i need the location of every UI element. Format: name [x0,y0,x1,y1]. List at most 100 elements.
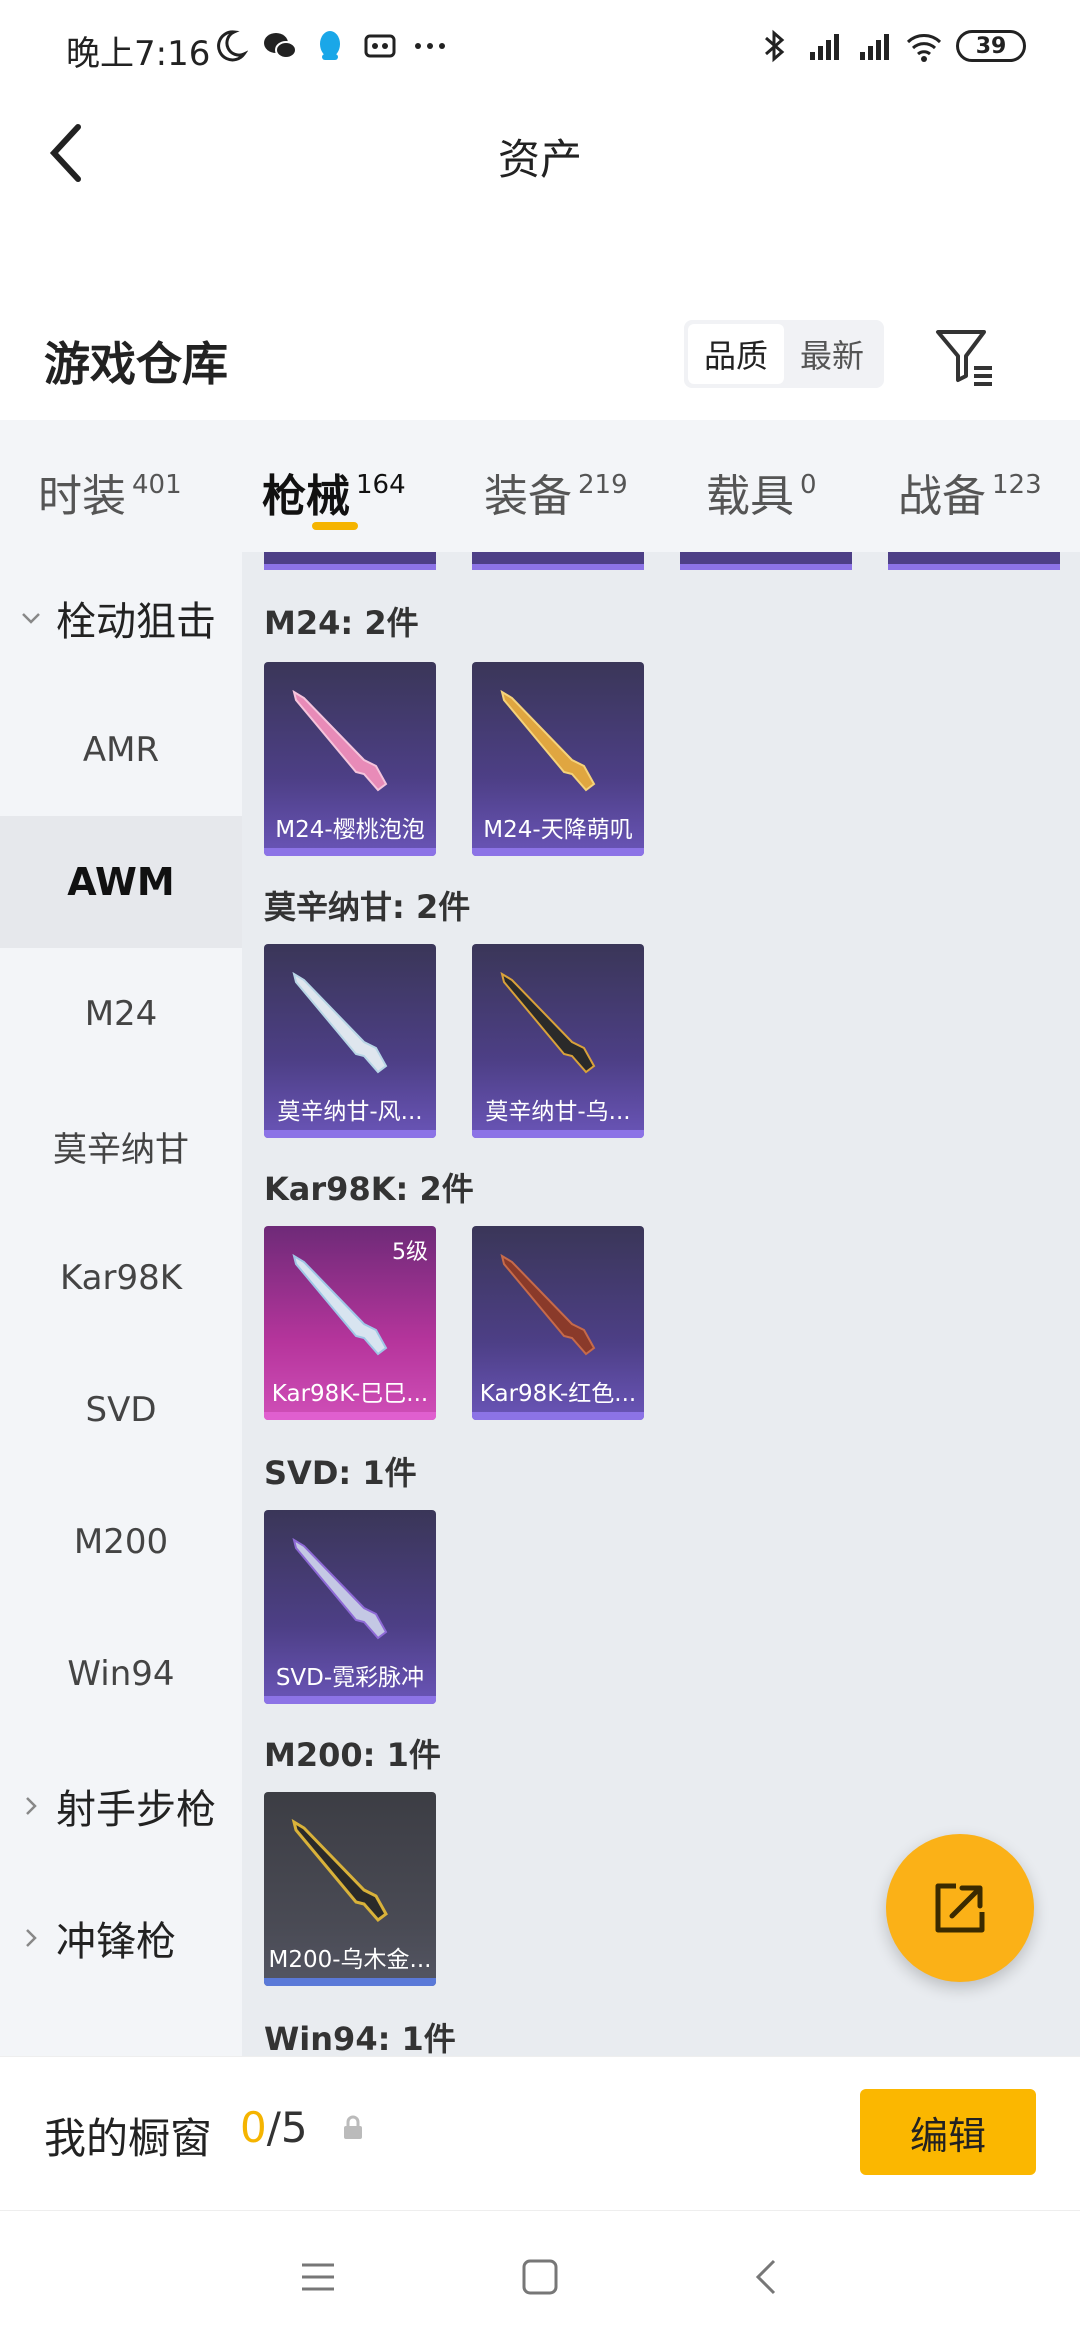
item-card[interactable]: 莫辛纳甘-乌... [472,944,644,1138]
status-time: 晚上7:16 [66,34,211,74]
sidebar-group-marksman[interactable]: 射手步枪 [0,1740,242,1872]
sort-option-quality[interactable]: 品质 [688,324,784,384]
category-tabs: 时装 401 枪械 164 装备 219 载具 0 战备 123 [0,420,1080,552]
sort-toggle: 品质 最新 [684,320,884,388]
sidebar-item-kar98k[interactable]: Kar98K [0,1212,242,1344]
sidebar-item-m24[interactable]: M24 [0,948,242,1080]
rifle-icon [500,971,596,1074]
showcase-current: 0 [240,2103,267,2152]
tab-firearms[interactable]: 枪械 164 [262,420,406,552]
item-name: M24-天降萌叽 [483,817,633,843]
rifle-icon [500,1253,596,1356]
share-external-icon [935,1883,985,1933]
item-card[interactable]: SVD-霓彩脉冲 [264,1510,436,1704]
group-title-mosin: 莫辛纳甘: 2件 [264,888,471,926]
rarity-bar [472,848,644,856]
more-icon [415,43,445,49]
chevron-right-icon [26,1797,37,1815]
sidebar-group-label: 冲锋枪 [56,1919,176,1965]
filter-button[interactable] [930,320,1000,390]
item-card[interactable]: Kar98K-红色... [472,1226,644,1420]
tab-label: 装备 [484,471,572,522]
edit-button[interactable]: 编辑 [860,2089,1036,2175]
group-title-svd: SVD: 1件 [264,1454,417,1492]
item-card[interactable]: M24-樱桃泡泡 [264,662,436,856]
status-notification-icons [212,28,448,64]
item-card[interactable]: 莫辛纳甘-风... [264,944,436,1138]
rarity-bar [472,1130,644,1138]
home-icon[interactable] [518,2255,562,2299]
wechat-icon [264,33,297,59]
tab-supplies[interactable]: 战备 123 [898,420,1042,552]
item-card[interactable]: M24-天降萌叽 [472,662,644,856]
item-card[interactable]: M200-乌木金... [264,1792,436,1986]
page-title: 资产 [497,135,582,184]
sidebar-group-label: 射手步枪 [56,1787,216,1833]
sidebar-item-svd[interactable]: SVD [0,1344,242,1476]
tab-equipment[interactable]: 装备 219 [484,420,628,552]
sidebar-group-label: 栓动狙击 [56,599,216,645]
item-name: 莫辛纳甘-风... [277,1099,423,1125]
rifle-icon [500,689,596,792]
item-name: SVD-霓彩脉冲 [275,1665,425,1691]
tab-label: 战备 [898,471,986,522]
group-title-m24: M24: 2件 [264,604,419,642]
system-navigation-bar [0,2210,1080,2340]
tab-vehicles[interactable]: 载具 0 [706,420,817,552]
sidebar-item-m200[interactable]: M200 [0,1476,242,1608]
tab-count: 123 [992,470,1042,500]
rifle-icon [292,1537,388,1640]
sort-option-newest[interactable]: 最新 [784,324,880,384]
tab-count: 0 [800,470,817,500]
rarity-bar [264,1696,436,1704]
rarity-bar [264,848,436,856]
back-nav-icon[interactable] [746,2255,790,2299]
tab-count: 219 [578,470,628,500]
rifle-icon [292,689,388,792]
wifi-icon [906,34,942,62]
showcase-label: 我的橱窗 [44,2114,213,2163]
tab-count: 164 [356,470,406,500]
sidebar-group-bolt-sniper[interactable]: 栓动狙击 [0,552,242,684]
sidebar-item-amr[interactable]: AMR [0,684,242,816]
status-bar: 晚上7:16 39 [0,0,1080,96]
sidebar-item-awm[interactable]: AWM [0,816,242,948]
chevron-down-icon [22,613,40,624]
share-fab-button[interactable] [886,1834,1034,1982]
status-system-icons: 39 [756,28,1026,64]
bluetooth-icon [765,29,785,63]
group-title-kar98k: Kar98K: 2件 [264,1170,474,1208]
qq-icon [320,31,340,60]
partial-card[interactable] [680,552,852,570]
partial-card[interactable] [472,552,644,570]
signal-icon-2 [860,34,889,60]
rifle-icon [292,971,388,1074]
sidebar-item-mosin[interactable]: 莫辛纳甘 [0,1080,242,1212]
signal-icon [810,34,839,60]
vr-icon [364,34,396,58]
warehouse-header: 游戏仓库 品质 最新 [0,300,1080,420]
item-name: Kar98K-巳巳... [271,1381,429,1407]
item-card[interactable]: 5级 Kar98K-巳巳... [264,1226,436,1420]
tab-fashion[interactable]: 时装 401 [38,420,182,552]
sidebar-group-smg[interactable]: 冲锋枪 [0,1872,242,2004]
chevron-right-icon [26,1929,37,1947]
menu-icon[interactable] [296,2255,340,2299]
tab-count: 401 [132,470,182,500]
item-level-badge: 5级 [392,1240,428,1265]
app-header: 资产 [0,96,1080,216]
partial-card[interactable] [888,552,1060,570]
group-title-m200: M200: 1件 [264,1736,441,1774]
active-tab-indicator [312,522,358,530]
tab-label: 枪械 [262,471,350,522]
showcase-total: /5 [266,2103,308,2152]
warehouse-title: 游戏仓库 [44,337,228,391]
item-name: M200-乌木金... [268,1947,432,1973]
battery-indicator: 39 [956,30,1026,62]
item-name: M24-樱桃泡泡 [275,817,425,843]
weapon-type-sidebar: 栓动狙击 AMR AWM M24 莫辛纳甘 Kar98K SVD M200 Wi… [0,552,242,2056]
partial-card[interactable] [264,552,436,570]
sidebar-item-win94[interactable]: Win94 [0,1608,242,1740]
rifle-icon [291,1818,388,1923]
rarity-bar [264,1978,436,1986]
